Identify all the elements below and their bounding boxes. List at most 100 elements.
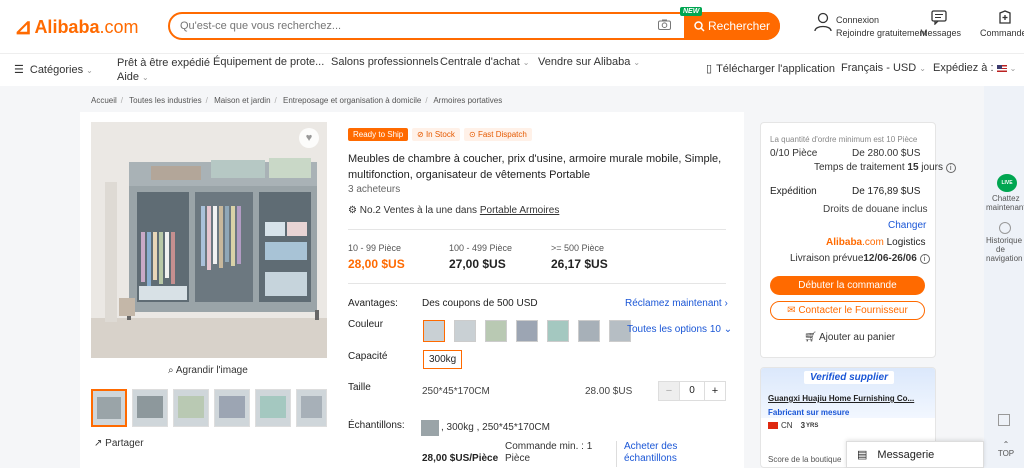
- chevron-right-icon: ›: [724, 298, 728, 309]
- new-badge: NEW: [680, 7, 703, 16]
- right-rail: [984, 86, 1024, 468]
- ranking-line: ⚙ No.2 Ventes à la une dans Portable Arm…: [348, 205, 559, 216]
- price-tier-range: 100 - 499 Pièce: [449, 243, 513, 253]
- search-icon: [694, 20, 705, 32]
- breadcrumb-item[interactable]: Accueil: [91, 96, 117, 105]
- breadcrumb-item[interactable]: Toutes les industries: [129, 96, 201, 105]
- orders-label: Commandes: [980, 28, 1024, 38]
- alibaba-logo[interactable]: ⊿ Alibaba .com: [14, 14, 138, 40]
- orders-button[interactable]: Commandes: [980, 10, 1024, 39]
- info-icon[interactable]: i: [919, 254, 930, 264]
- nav-aide-label: Aide: [117, 71, 140, 83]
- add-to-cart-label: Ajouter au panier: [818, 332, 896, 343]
- live-chat-icon[interactable]: LIVE: [997, 174, 1017, 192]
- color-swatch[interactable]: [547, 320, 569, 342]
- add-to-cart-button[interactable]: 🛒︎ Ajouter au panier: [804, 332, 895, 343]
- ship-to-select[interactable]: Expédiez à : ⌄: [933, 62, 1016, 74]
- clock-icon: ⊙: [469, 130, 476, 139]
- magnifier-icon: ⌕: [168, 365, 174, 376]
- enlarge-image-label: Agrandir l'image: [175, 365, 248, 376]
- thumbnail-image[interactable]: [173, 389, 209, 427]
- breadcrumb-item[interactable]: Armoires portatives: [433, 96, 502, 105]
- messages-label: Messages: [920, 28, 962, 38]
- color-swatch[interactable]: [485, 320, 507, 342]
- increment-button[interactable]: +: [705, 382, 725, 400]
- thumbnail-image[interactable]: [91, 389, 127, 427]
- thumbnail-image[interactable]: [296, 389, 327, 427]
- color-swatch[interactable]: [423, 320, 445, 342]
- color-swatch[interactable]: [454, 320, 476, 342]
- color-swatch[interactable]: [578, 320, 600, 342]
- buy-samples-link[interactable]: Acheter des échantillons: [624, 441, 677, 465]
- start-order-button[interactable]: Débuter la commande: [770, 276, 925, 295]
- account-links[interactable]: Connexion Rejoindre gratuitement: [836, 14, 927, 40]
- search-button-label: Rechercher: [707, 19, 771, 33]
- fast-dispatch-label: Fast Dispatch: [477, 130, 527, 139]
- search-input[interactable]: [170, 14, 654, 38]
- price-tier: >= 500 Pièce 26,17 $US: [551, 243, 608, 271]
- nav-vendre[interactable]: Vendre sur Alibaba ⌄: [538, 56, 640, 68]
- buy-samples-line: échantillons: [624, 453, 677, 464]
- nav-salons[interactable]: Salons professionnels: [331, 56, 439, 68]
- camera-icon[interactable]: [654, 19, 674, 33]
- logo-mark: ⊿: [14, 14, 33, 39]
- thumbnail-image[interactable]: [255, 389, 291, 427]
- nav-equipment[interactable]: Équipement de prote...: [213, 56, 324, 68]
- user-icon[interactable]: [814, 12, 832, 35]
- breadcrumb-item[interactable]: Entreposage et organisation à domicile: [283, 96, 421, 105]
- size-value: 250*45*170CM: [422, 386, 490, 397]
- thumbnail-image[interactable]: [132, 389, 168, 427]
- color-swatch[interactable]: [516, 320, 538, 342]
- category-nav: ☰ Catégories ⌄ Prêt à être expédié Aide ⌄ É…: [0, 55, 1024, 85]
- processing-time: Temps de traitement 15 jours i: [814, 162, 956, 173]
- nav-ready-to-ship[interactable]: Prêt à être expédié Aide ⌄: [117, 56, 210, 85]
- nav-ready-label: Prêt à être expédié: [117, 57, 210, 69]
- ranking-category-link[interactable]: Portable Armoires: [480, 205, 559, 216]
- contact-supplier-button[interactable]: ✉ Contacter le Fournisseur: [770, 301, 925, 320]
- history-icon[interactable]: [999, 222, 1011, 234]
- order-count: 0/10 Pièce: [770, 148, 818, 159]
- price-tier-value: 27,00 $US: [449, 257, 506, 271]
- join-link[interactable]: Rejoindre gratuitement: [836, 27, 927, 40]
- favorite-heart-icon[interactable]: ♥: [299, 128, 319, 148]
- supplier-name[interactable]: Guangxi Huajiu Home Furnishing Co...: [768, 394, 914, 403]
- capacity-option[interactable]: 300kg: [423, 350, 463, 369]
- language-currency-select[interactable]: Français - USD ⌄: [841, 62, 926, 74]
- nav-aide[interactable]: Aide ⌄: [117, 70, 210, 85]
- messenger-bar[interactable]: ▤ Messagerie: [846, 441, 984, 468]
- categories-menu[interactable]: ☰ Catégories ⌄: [14, 63, 93, 76]
- chevron-down-icon: ⌄: [86, 66, 93, 75]
- back-to-top-button[interactable]: ⌃ TOP: [990, 440, 1022, 458]
- thumbnail-image[interactable]: [214, 389, 250, 427]
- fast-dispatch-badge: ⊙ Fast Dispatch: [464, 128, 532, 141]
- change-shipping-link[interactable]: Changer: [888, 220, 926, 231]
- quantity-input[interactable]: 0: [679, 382, 705, 400]
- chat-now-link[interactable]: Chattez maintenant: [986, 194, 1024, 212]
- chat-now-line: Chattez: [992, 194, 1020, 203]
- messenger-label: Messagerie: [877, 448, 935, 461]
- enlarge-image-button[interactable]: ⌕ Agrandir l'image: [168, 365, 248, 376]
- chevron-down-icon: ⌄: [1009, 64, 1017, 73]
- messages-button[interactable]: Messages: [920, 10, 962, 39]
- browsing-history-link[interactable]: Historique de navigation: [986, 236, 1022, 263]
- search-button[interactable]: Rechercher: [684, 12, 780, 40]
- info-icon[interactable]: i: [945, 163, 956, 173]
- breadcrumb-item[interactable]: Maison et jardin: [214, 96, 270, 105]
- signin-link[interactable]: Connexion: [836, 14, 927, 27]
- logistics-brand: Alibaba: [826, 237, 863, 248]
- us-flag-icon: [996, 64, 1007, 72]
- supplier-country: CN: [781, 421, 793, 430]
- decrement-button[interactable]: −: [659, 382, 679, 400]
- claim-coupon-link[interactable]: Réclamez maintenant ›: [625, 298, 728, 309]
- phone-icon: ▯: [706, 63, 713, 75]
- price-tier-range: 10 - 99 Pièce: [348, 243, 402, 253]
- all-options-link[interactable]: Toutes les options 10 ⌄: [627, 324, 732, 335]
- logistics-label: Logistics: [886, 237, 926, 248]
- feedback-icon[interactable]: [998, 414, 1010, 426]
- nav-centrale[interactable]: Centrale d'achat ⌄: [440, 56, 529, 68]
- supplier-years: 3: [800, 421, 806, 430]
- share-button[interactable]: ↗ Partager: [94, 438, 144, 449]
- product-main-image[interactable]: ♥: [91, 122, 327, 358]
- chevron-down-icon: ⌄: [522, 58, 530, 67]
- download-app-link[interactable]: ▯ Télécharger l'application: [706, 62, 835, 75]
